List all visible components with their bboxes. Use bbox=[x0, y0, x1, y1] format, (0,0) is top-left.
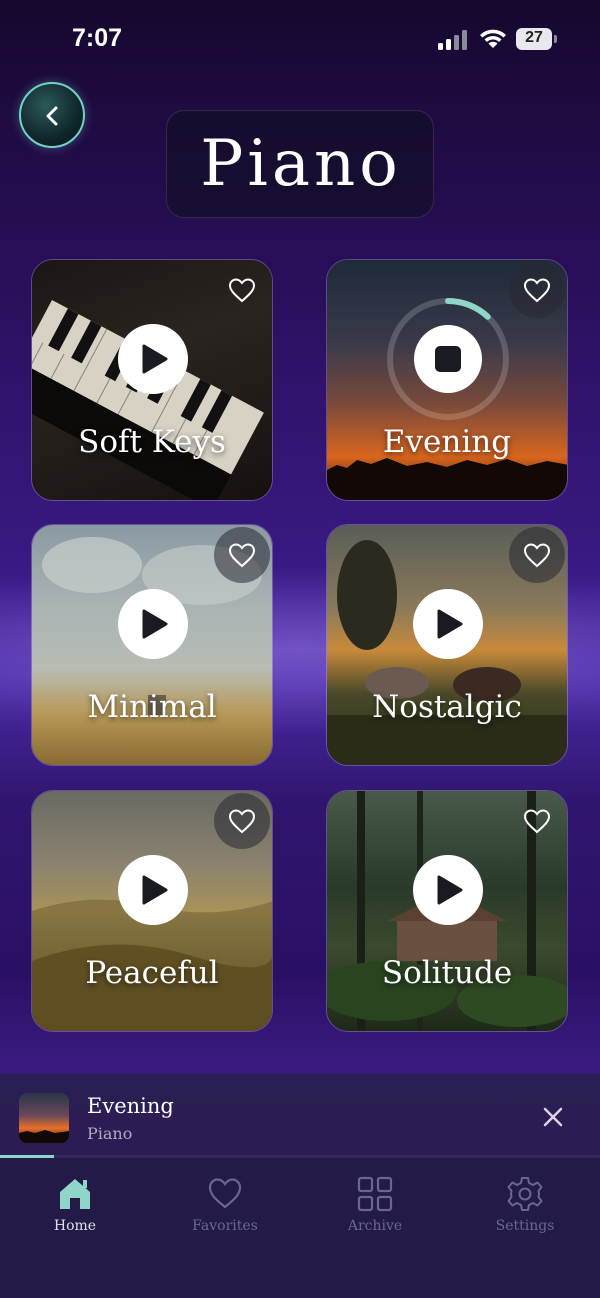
heart-outline-icon bbox=[228, 809, 256, 834]
gear-icon bbox=[507, 1177, 543, 1211]
tab-label: Archive bbox=[347, 1218, 403, 1234]
close-icon[interactable] bbox=[538, 1102, 568, 1132]
track-card-soft-keys[interactable]: Soft Keys bbox=[31, 259, 273, 501]
track-title: Minimal bbox=[87, 689, 217, 725]
tab-label: Favorites bbox=[192, 1218, 258, 1234]
play-icon bbox=[437, 875, 463, 905]
track-card-peaceful[interactable]: Peaceful bbox=[31, 790, 273, 1032]
now-playing-title: Evening bbox=[87, 1094, 174, 1118]
tab-settings[interactable]: Settings bbox=[450, 1158, 600, 1258]
wifi-icon bbox=[480, 29, 506, 48]
heart-outline-icon bbox=[523, 809, 551, 834]
back-button[interactable] bbox=[19, 82, 85, 148]
track-title: Nostalgic bbox=[372, 689, 522, 725]
track-title: Soft Keys bbox=[78, 424, 226, 460]
heart-outline-icon bbox=[523, 278, 551, 303]
tab-home[interactable]: Home bbox=[0, 1158, 150, 1258]
track-card-solitude[interactable]: Solitude bbox=[326, 790, 568, 1032]
tab-bar: Home Favorites Archive Settings bbox=[0, 1158, 600, 1298]
status-time: 7:07 bbox=[72, 24, 123, 52]
favorite-button[interactable] bbox=[509, 793, 565, 849]
play-button[interactable] bbox=[413, 855, 483, 925]
favorite-button[interactable] bbox=[214, 262, 270, 318]
tab-label: Settings bbox=[495, 1218, 555, 1234]
play-icon bbox=[142, 875, 168, 905]
play-button[interactable] bbox=[118, 855, 188, 925]
track-card-nostalgic[interactable]: Nostalgic bbox=[326, 524, 568, 766]
play-button[interactable] bbox=[413, 589, 483, 659]
title-box: Piano bbox=[166, 110, 434, 218]
heart-outline-icon bbox=[523, 543, 551, 568]
favorite-button[interactable] bbox=[509, 262, 565, 318]
play-button[interactable] bbox=[118, 324, 188, 394]
play-icon bbox=[437, 609, 463, 639]
heart-outline-icon bbox=[228, 543, 256, 568]
cellular-signal-icon bbox=[438, 30, 467, 50]
tab-archive[interactable]: Archive bbox=[300, 1158, 450, 1258]
favorite-button[interactable] bbox=[214, 527, 270, 583]
track-title: Solitude bbox=[381, 955, 513, 991]
tab-label: Home bbox=[53, 1218, 97, 1234]
now-playing-bar[interactable]: Evening Piano bbox=[0, 1074, 600, 1158]
home-icon bbox=[60, 1179, 90, 1209]
status-bar: 7:07 27 bbox=[0, 0, 600, 80]
heart-icon bbox=[208, 1178, 242, 1209]
track-card-evening[interactable]: Evening bbox=[326, 259, 568, 501]
now-playing-subtitle: Piano bbox=[87, 1124, 133, 1143]
stop-icon bbox=[435, 346, 461, 372]
tab-favorites[interactable]: Favorites bbox=[150, 1158, 300, 1258]
play-icon bbox=[142, 344, 168, 374]
now-playing-artwork bbox=[19, 1093, 69, 1143]
favorite-button[interactable] bbox=[214, 793, 270, 849]
page-title: Piano bbox=[200, 127, 402, 201]
track-card-minimal[interactable]: Minimal bbox=[31, 524, 273, 766]
favorite-button[interactable] bbox=[509, 527, 565, 583]
grid-icon bbox=[357, 1176, 393, 1212]
play-button[interactable] bbox=[118, 589, 188, 659]
heart-outline-icon bbox=[228, 278, 256, 303]
track-title: Peaceful bbox=[85, 955, 219, 991]
chevron-left-icon bbox=[46, 106, 58, 126]
battery-icon: 27 bbox=[516, 28, 558, 50]
stop-button[interactable] bbox=[414, 325, 482, 393]
battery-level: 27 bbox=[525, 29, 543, 46]
track-title: Evening bbox=[382, 424, 512, 460]
play-icon bbox=[142, 609, 168, 639]
